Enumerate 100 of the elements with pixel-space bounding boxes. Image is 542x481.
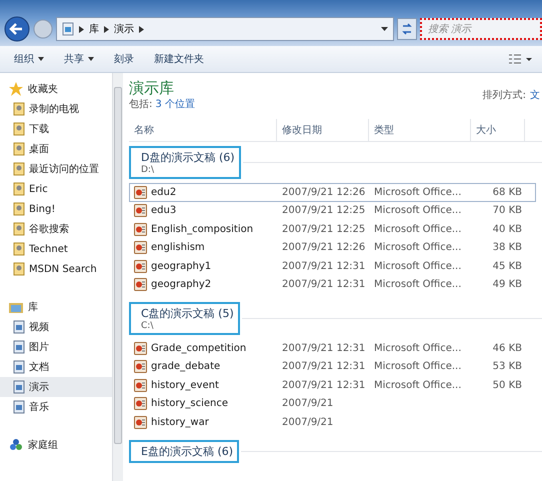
- sidebar-item[interactable]: 谷歌搜索: [0, 219, 112, 239]
- breadcrumb-item[interactable]: 演示: [114, 22, 134, 36]
- date-cell-text: 2007/9/21: [281, 398, 334, 410]
- sidebar-item[interactable]: 最近访问的位置: [0, 159, 112, 179]
- shortcut-icon: [12, 142, 26, 156]
- sidebar-item[interactable]: 录制的电视: [0, 99, 112, 119]
- file-name: history_war: [151, 416, 209, 428]
- group-header[interactable]: C盘的演示文稿 (5) C:\: [129, 302, 240, 335]
- size-cell-text: 45 KB: [492, 260, 523, 272]
- sidebar-item[interactable]: Bing!: [0, 199, 112, 219]
- presentation-file-icon: [134, 241, 147, 254]
- file-row[interactable]: edu3 2007/9/21 12:25 Microsoft Office... 70 KB: [129, 202, 536, 220]
- date-cell-text: 2007/9/21 12:31: [281, 260, 366, 272]
- date-cell-text: 2007/9/21 12:31: [281, 380, 366, 391]
- back-button[interactable]: [4, 16, 30, 42]
- file-row[interactable]: geography1 2007/9/21 12:31 Microsoft Office... 45 KB: [129, 257, 536, 276]
- breadcrumb-item[interactable]: 库: [89, 22, 99, 36]
- sidebar-item[interactable]: 视频: [0, 317, 112, 337]
- includes-label: 包括:: [129, 98, 152, 111]
- star-icon: [8, 81, 24, 97]
- file-row[interactable]: history_science 2007/9/21: [129, 394, 536, 413]
- arrange-label: 排列方式:: [482, 88, 526, 102]
- size-cell-text: 53 KB: [492, 361, 523, 372]
- folder-icon: [12, 340, 26, 354]
- caret-icon: [381, 27, 388, 31]
- sidebar-item[interactable]: 演示: [0, 377, 112, 397]
- column-header[interactable]: 大小: [471, 119, 525, 141]
- refresh-button[interactable]: [397, 18, 417, 40]
- toolbar-button[interactable]: 组织: [6, 49, 52, 69]
- presentation-file-icon: [134, 186, 147, 199]
- sidebar-section-header[interactable]: 家庭组: [0, 435, 112, 455]
- sidebar-item[interactable]: 音乐: [0, 397, 112, 417]
- file-row[interactable]: history_war 2007/9/21: [129, 413, 536, 432]
- shortcut-icon: [12, 102, 26, 116]
- scrollbar-thumb[interactable]: [114, 87, 122, 444]
- shortcut-icon: [12, 242, 26, 256]
- sidebar-item[interactable]: 桌面: [0, 139, 112, 159]
- date-cell-text: 2007/9/21 12:25: [281, 224, 366, 235]
- size-cell-text: 50 KB: [492, 380, 523, 391]
- type-cell-text: Microsoft Office...: [373, 361, 462, 372]
- file-row[interactable]: englishism 2007/9/21 12:26 Microsoft Office... 38 KB: [129, 238, 536, 257]
- shortcut-icon: [12, 222, 26, 236]
- type-cell-text: Microsoft Office...: [373, 279, 462, 290]
- date-cell-text: 2007/9/21 12:31: [281, 279, 366, 290]
- file-row[interactable]: geography2 2007/9/21 12:31 Microsoft Office... 49 KB: [129, 276, 536, 294]
- file-name: englishism: [151, 242, 205, 254]
- type-cell-text: Microsoft Office...: [373, 186, 462, 198]
- sidebar-section-header[interactable]: 库: [0, 297, 112, 317]
- shortcut-icon: [12, 202, 26, 216]
- file-name: edu2: [151, 186, 176, 198]
- group-header[interactable]: E盘的演示文稿 (6): [129, 440, 240, 462]
- presentation-file-icon: [134, 360, 147, 374]
- scrollbar[interactable]: [112, 73, 123, 481]
- group-header[interactable]: D盘的演示文稿 (6) D:\: [129, 146, 241, 179]
- sidebar-item[interactable]: 文档: [0, 357, 112, 377]
- search-field[interactable]: 搜索 演示: [420, 18, 542, 40]
- sidebar-item[interactable]: MSDN Search: [0, 259, 112, 279]
- presentation-file-icon: [134, 278, 147, 292]
- file-name: grade_debate: [151, 361, 220, 372]
- shortcut-icon: [12, 162, 26, 176]
- file-row[interactable]: grade_debate 2007/9/21 12:31 Microsoft Office... 53 KB: [129, 358, 536, 376]
- presentation-file-icon: [134, 416, 147, 429]
- file-row[interactable]: edu2 2007/9/21 12:26 Microsoft Office... 68 KB: [129, 183, 536, 202]
- file-row[interactable]: English_composition 2007/9/21 12:25 Microsoft Office... 40 KB: [129, 220, 536, 238]
- column-header[interactable]: 名称: [129, 119, 277, 141]
- file-name: history_science: [151, 398, 228, 410]
- sidebar-item[interactable]: 图片: [0, 337, 112, 357]
- arrange-link[interactable]: 文: [530, 88, 540, 102]
- sidebar-item[interactable]: 下载: [0, 119, 112, 139]
- folder-icon: [12, 400, 26, 414]
- locations-link[interactable]: 3 个位置: [155, 97, 195, 111]
- size-cell-text: 68 KB: [492, 186, 523, 198]
- column-header[interactable]: 类型: [369, 119, 471, 141]
- sidebar-section-header[interactable]: 收藏夹: [0, 79, 112, 99]
- file-name: Grade_competition: [151, 342, 246, 354]
- presentation-file-icon: [134, 204, 147, 218]
- library-icon: [62, 22, 74, 36]
- file-name: geography1: [151, 260, 212, 272]
- type-cell-text: Microsoft Office...: [373, 380, 462, 391]
- type-cell-text: Microsoft Office...: [373, 260, 462, 272]
- toolbar-button[interactable]: 共享: [56, 49, 102, 69]
- date-cell-text: 2007/9/21 12:31: [281, 361, 366, 372]
- chevron-icon: [104, 26, 109, 32]
- file-row[interactable]: history_event 2007/9/21 12:31 Microsoft Office... 50 KB: [129, 376, 536, 394]
- size-cell-text: 70 KB: [492, 205, 523, 216]
- size-cell-text: 40 KB: [492, 224, 523, 235]
- toolbar-button[interactable]: 刻录: [106, 49, 142, 69]
- size-cell-text: 46 KB: [492, 342, 523, 354]
- date-cell-text: 2007/9/21 12:25: [281, 205, 366, 216]
- view-list-icon: [508, 53, 532, 65]
- presentation-file-icon: [134, 378, 147, 392]
- presentation-file-icon: [134, 260, 147, 273]
- sidebar-item[interactable]: Technet: [0, 239, 112, 259]
- presentation-file-icon: [134, 397, 147, 410]
- column-header[interactable]: 修改日期: [277, 119, 369, 141]
- sidebar-item[interactable]: Eric: [0, 179, 112, 199]
- toolbar-button[interactable]: 新建文件夹: [146, 49, 212, 69]
- file-row[interactable]: Grade_competition 2007/9/21 12:31 Microsoft Office... 46 KB: [129, 339, 536, 358]
- address-bar[interactable]: 库 演示: [56, 17, 394, 41]
- chevron-icon: [139, 26, 144, 32]
